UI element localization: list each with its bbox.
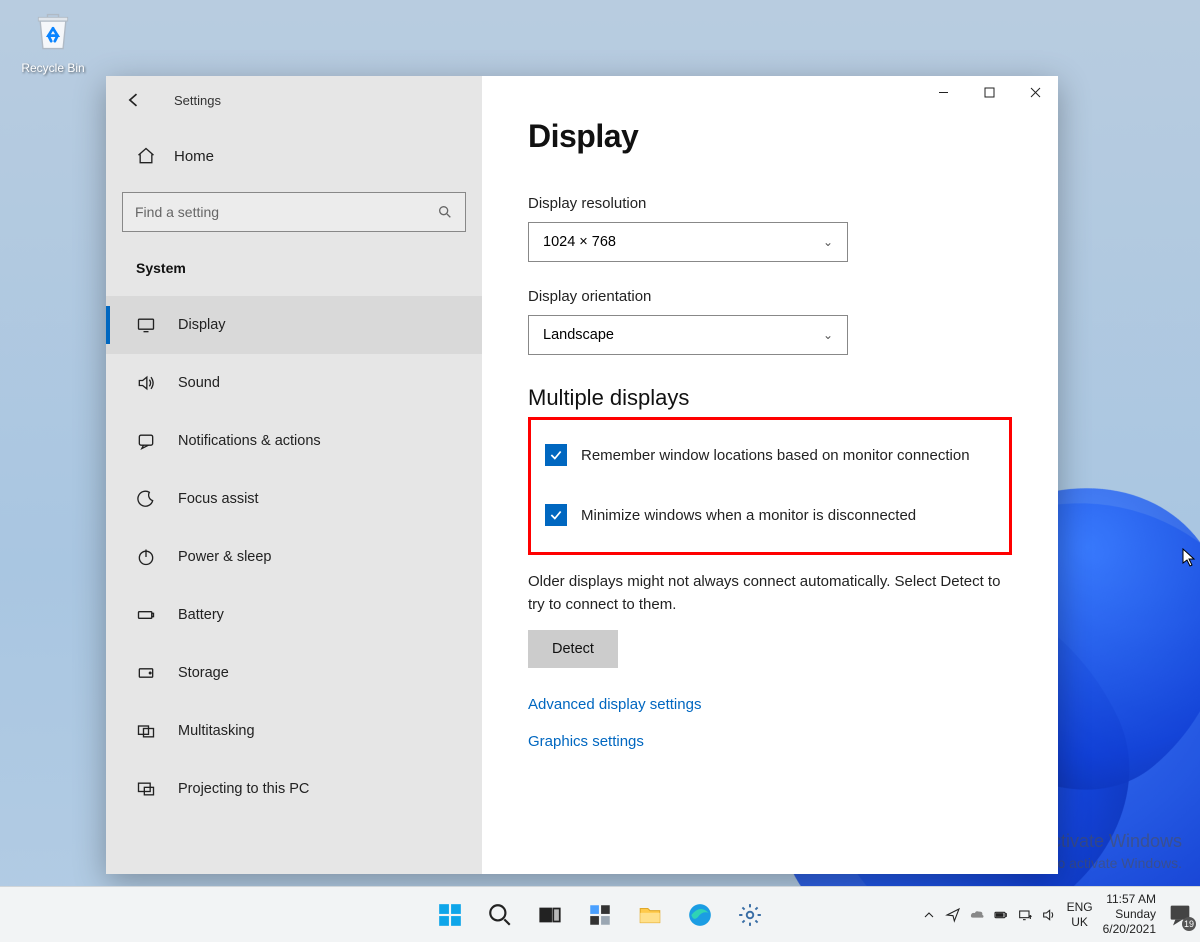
remember-label: Remember window locations based on monit… xyxy=(581,447,970,464)
sidebar-item-label: Notifications & actions xyxy=(178,433,321,449)
sidebar-item-label: Projecting to this PC xyxy=(178,781,309,797)
settings-content: Display Display resolution 1024 × 768 ⌄ … xyxy=(482,76,1058,874)
annotation-highlight: Remember window locations based on monit… xyxy=(528,417,1012,555)
clock-day: Sunday xyxy=(1103,907,1156,922)
resolution-value: 1024 × 768 xyxy=(543,234,616,250)
orientation-label: Display orientation xyxy=(528,288,1012,305)
task-view-button[interactable] xyxy=(528,893,572,937)
back-button[interactable] xyxy=(124,90,144,110)
sidebar-item-label: Display xyxy=(178,317,226,333)
maximize-button[interactable] xyxy=(966,76,1012,108)
sidebar-home[interactable]: Home xyxy=(106,124,482,178)
notifications-icon xyxy=(136,431,156,451)
action-center-button[interactable]: 19 xyxy=(1166,901,1194,929)
sidebar-item-notifications[interactable]: Notifications & actions xyxy=(106,412,482,470)
lang-secondary: UK xyxy=(1067,915,1093,929)
onedrive-icon xyxy=(969,907,985,923)
sidebar-item-sound[interactable]: Sound xyxy=(106,354,482,412)
search-icon xyxy=(437,204,453,220)
network-icon xyxy=(1017,907,1033,923)
sidebar-item-power-sleep[interactable]: Power & sleep xyxy=(106,528,482,586)
settings-app-button[interactable] xyxy=(728,893,772,937)
display-icon xyxy=(136,315,156,335)
graphics-settings-link[interactable]: Graphics settings xyxy=(528,733,1012,750)
widgets-button[interactable] xyxy=(578,893,622,937)
taskbar-search-button[interactable] xyxy=(478,893,522,937)
battery-icon xyxy=(136,605,156,625)
minimize-button[interactable] xyxy=(920,76,966,108)
multiple-displays-heading: Multiple displays xyxy=(528,385,1012,411)
tray-chevron-up-icon xyxy=(921,907,937,923)
checkbox-checked-icon xyxy=(545,444,567,466)
sidebar-item-label: Storage xyxy=(178,665,229,681)
projecting-icon xyxy=(136,779,156,799)
sound-icon xyxy=(136,373,156,393)
sidebar-item-display[interactable]: Display xyxy=(106,296,482,354)
sidebar-item-multitasking[interactable]: Multitasking xyxy=(106,702,482,760)
power-icon xyxy=(136,547,156,567)
sidebar-item-label: Sound xyxy=(178,375,220,391)
taskbar: ENG UK 11:57 AM Sunday 6/20/2021 19 xyxy=(0,886,1200,942)
lang-primary: ENG xyxy=(1067,900,1093,914)
system-tray[interactable] xyxy=(921,907,1057,923)
window-titlebar-left: Settings xyxy=(106,76,482,124)
taskbar-right: ENG UK 11:57 AM Sunday 6/20/2021 19 xyxy=(921,892,1194,937)
sidebar-item-battery[interactable]: Battery xyxy=(106,586,482,644)
sidebar-section-label: System xyxy=(106,242,482,286)
detect-button[interactable]: Detect xyxy=(528,630,618,668)
home-icon xyxy=(136,146,156,166)
chevron-down-icon: ⌄ xyxy=(823,235,833,249)
storage-icon xyxy=(136,663,156,683)
detect-description: Older displays might not always connect … xyxy=(528,571,1012,616)
multitasking-icon xyxy=(136,721,156,741)
sidebar-home-label: Home xyxy=(174,148,214,165)
sidebar-item-label: Multitasking xyxy=(178,723,255,739)
clock-time: 11:57 AM xyxy=(1103,892,1156,907)
language-indicator[interactable]: ENG UK xyxy=(1067,900,1093,929)
minimize-label: Minimize windows when a monitor is disco… xyxy=(581,507,916,524)
settings-sidebar: Settings Home Find a setting System Disp… xyxy=(106,76,482,874)
window-controls xyxy=(920,76,1058,116)
resolution-label: Display resolution xyxy=(528,195,1012,212)
sidebar-item-focus-assist[interactable]: Focus assist xyxy=(106,470,482,528)
focus-assist-icon xyxy=(136,489,156,509)
sidebar-item-label: Battery xyxy=(178,607,224,623)
chevron-down-icon: ⌄ xyxy=(823,328,833,342)
recycle-bin-desktop-icon[interactable]: Recycle Bin xyxy=(18,10,88,75)
clock-date: 6/20/2021 xyxy=(1103,922,1156,937)
battery-tray-icon xyxy=(993,907,1009,923)
recycle-bin-label: Recycle Bin xyxy=(18,61,88,75)
resolution-dropdown[interactable]: 1024 × 768 ⌄ xyxy=(528,222,848,262)
cursor-icon xyxy=(1182,548,1198,573)
location-icon xyxy=(945,907,961,923)
settings-window: Settings Home Find a setting System Disp… xyxy=(106,76,1058,874)
edge-browser-button[interactable] xyxy=(678,893,722,937)
taskbar-center xyxy=(428,893,772,937)
search-input[interactable]: Find a setting xyxy=(122,192,466,232)
search-placeholder: Find a setting xyxy=(135,204,437,220)
sidebar-item-storage[interactable]: Storage xyxy=(106,644,482,702)
orientation-dropdown[interactable]: Landscape ⌄ xyxy=(528,315,848,355)
start-button[interactable] xyxy=(428,893,472,937)
advanced-display-link[interactable]: Advanced display settings xyxy=(528,696,1012,713)
notification-badge: 19 xyxy=(1182,917,1196,931)
clock[interactable]: 11:57 AM Sunday 6/20/2021 xyxy=(1103,892,1156,937)
minimize-checkbox-row[interactable]: Minimize windows when a monitor is disco… xyxy=(545,496,995,536)
close-button[interactable] xyxy=(1012,76,1058,108)
remember-checkbox-row[interactable]: Remember window locations based on monit… xyxy=(545,436,995,476)
checkbox-checked-icon xyxy=(545,504,567,526)
sidebar-item-label: Power & sleep xyxy=(178,549,272,565)
sidebar-item-label: Focus assist xyxy=(178,491,259,507)
recycle-bin-icon xyxy=(31,10,75,54)
window-title: Settings xyxy=(174,93,221,108)
volume-icon xyxy=(1041,907,1057,923)
sidebar-item-projecting[interactable]: Projecting to this PC xyxy=(106,760,482,818)
orientation-value: Landscape xyxy=(543,327,614,343)
file-explorer-button[interactable] xyxy=(628,893,672,937)
page-title: Display xyxy=(528,118,1012,155)
